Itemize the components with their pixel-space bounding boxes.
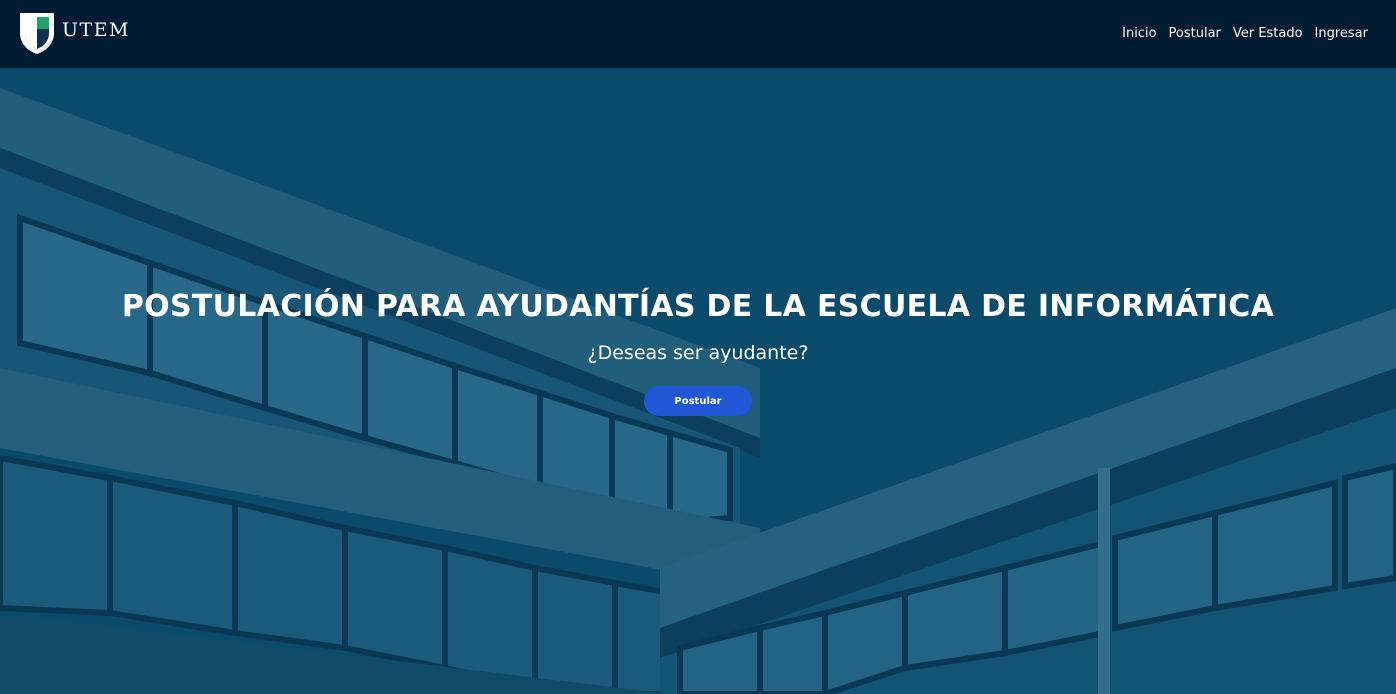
hero-subtitle: ¿Deseas ser ayudante? (587, 342, 809, 364)
brand-name: UTEM (62, 19, 131, 41)
utem-shield-logo-icon (20, 13, 54, 54)
brand[interactable]: UTEM (18, 11, 130, 55)
hero-content: POSTULACIÓN PARA AYUDANTÍAS DE LA ESCUEL… (0, 286, 1396, 416)
main-nav: Inicio Postular Ver Estado Ingresar (1122, 24, 1368, 44)
hero-title: POSTULACIÓN PARA AYUDANTÍAS DE LA ESCUEL… (121, 289, 1275, 324)
nav-link-inicio[interactable]: Inicio (1122, 24, 1156, 44)
nav-link-postular[interactable]: Postular (1169, 24, 1221, 44)
nav-link-ver-estado[interactable]: Ver Estado (1233, 24, 1303, 44)
postular-button[interactable]: Postular (644, 386, 752, 416)
hero-section: POSTULACIÓN PARA AYUDANTÍAS DE LA ESCUEL… (0, 68, 1396, 694)
top-navbar: UTEM Inicio Postular Ver Estado Ingresar (0, 0, 1396, 68)
nav-link-ingresar[interactable]: Ingresar (1315, 24, 1368, 44)
